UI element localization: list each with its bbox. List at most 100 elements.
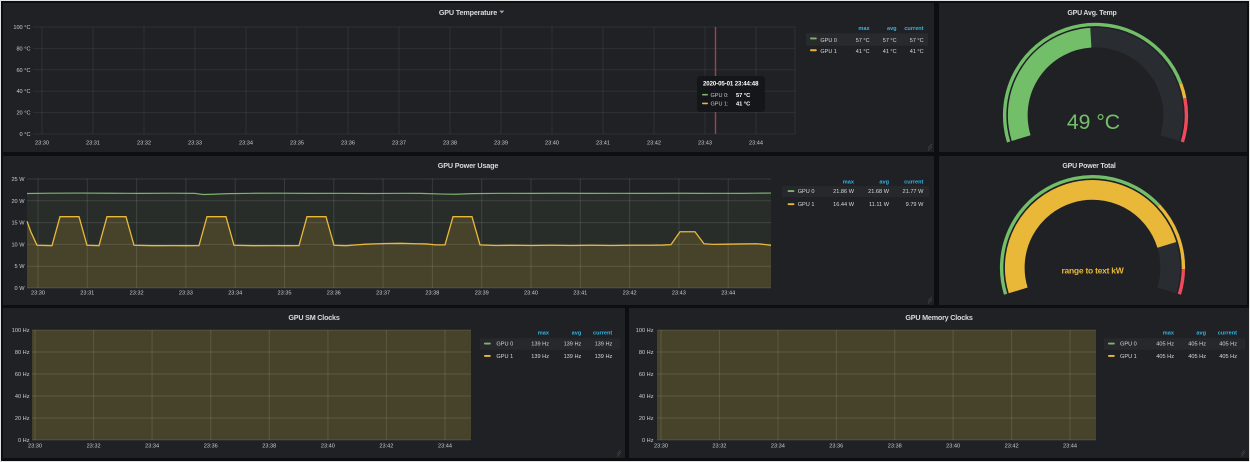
svg-text:23:36: 23:36	[341, 141, 355, 147]
svg-text:avg: avg	[1196, 331, 1206, 337]
svg-text:23:36: 23:36	[327, 291, 341, 297]
svg-text:20 °C: 20 °C	[16, 111, 30, 117]
svg-text:20 Hz: 20 Hz	[639, 416, 654, 422]
svg-text:current: current	[1218, 331, 1237, 337]
svg-text:23:31: 23:31	[86, 141, 100, 147]
svg-text:23:42: 23:42	[647, 141, 661, 147]
svg-text:GPU Temperature: GPU Temperature	[439, 8, 497, 17]
svg-text:23:32: 23:32	[130, 291, 144, 297]
svg-text:23:37: 23:37	[392, 141, 406, 147]
svg-text:GPU 0: GPU 0	[1120, 342, 1137, 348]
svg-text:23:34: 23:34	[145, 444, 159, 450]
svg-text:21.77 W: 21.77 W	[903, 189, 925, 195]
svg-text:23:33: 23:33	[179, 291, 193, 297]
svg-text:41 °C: 41 °C	[736, 102, 750, 108]
svg-text:139 Hz: 139 Hz	[564, 342, 582, 348]
svg-text:9.79 W: 9.79 W	[906, 202, 924, 208]
svg-text:23:34: 23:34	[239, 141, 253, 147]
svg-text:max: max	[858, 26, 870, 32]
svg-text:GPU 1:: GPU 1:	[711, 102, 730, 108]
svg-text:41 °C: 41 °C	[856, 49, 870, 55]
svg-text:23:34: 23:34	[228, 291, 242, 297]
svg-text:GPU 1: GPU 1	[798, 202, 815, 208]
svg-text:23:32: 23:32	[137, 141, 151, 147]
svg-text:40 °C: 40 °C	[16, 89, 30, 95]
svg-text:23:30: 23:30	[31, 291, 45, 297]
svg-text:10 W: 10 W	[11, 242, 25, 248]
svg-text:11.11 W: 11.11 W	[869, 202, 890, 208]
svg-text:23:38: 23:38	[443, 141, 457, 147]
svg-text:23:40: 23:40	[545, 141, 559, 147]
svg-text:23:35: 23:35	[278, 291, 292, 297]
svg-text:23:30: 23:30	[28, 444, 42, 450]
svg-text:80 Hz: 80 Hz	[15, 350, 30, 356]
svg-text:23:35: 23:35	[290, 141, 304, 147]
svg-text:57 °C: 57 °C	[883, 38, 897, 44]
svg-text:100 Hz: 100 Hz	[636, 328, 654, 334]
svg-text:139 Hz: 139 Hz	[595, 342, 613, 348]
svg-text:80 °C: 80 °C	[16, 46, 30, 52]
svg-text:23:44: 23:44	[749, 141, 763, 147]
svg-text:23:37: 23:37	[376, 291, 390, 297]
svg-text:5 W: 5 W	[15, 264, 26, 270]
svg-text:23:38: 23:38	[888, 444, 902, 450]
svg-text:23:44: 23:44	[438, 444, 452, 450]
svg-text:23:36: 23:36	[204, 444, 218, 450]
svg-text:25 W: 25 W	[11, 177, 25, 183]
svg-text:40 Hz: 40 Hz	[15, 394, 30, 400]
svg-text:40 Hz: 40 Hz	[639, 394, 654, 400]
svg-text:23:42: 23:42	[623, 291, 637, 297]
svg-text:405 Hz: 405 Hz	[1219, 342, 1237, 348]
svg-text:23:30: 23:30	[35, 141, 49, 147]
svg-text:23:40: 23:40	[321, 444, 335, 450]
svg-text:405 Hz: 405 Hz	[1188, 342, 1206, 348]
svg-text:GPU SM Clocks: GPU SM Clocks	[288, 313, 340, 322]
svg-text:GPU 1: GPU 1	[496, 354, 513, 360]
svg-text:0 Hz: 0 Hz	[642, 438, 654, 444]
svg-text:139 Hz: 139 Hz	[564, 354, 582, 360]
svg-text:100 °C: 100 °C	[13, 25, 30, 31]
svg-text:41 °C: 41 °C	[910, 49, 924, 55]
svg-text:57 °C: 57 °C	[736, 93, 750, 99]
svg-text:100 Hz: 100 Hz	[12, 328, 30, 334]
svg-text:139 Hz: 139 Hz	[531, 342, 549, 348]
svg-text:21.86 W: 21.86 W	[833, 189, 855, 195]
svg-text:max: max	[538, 331, 550, 337]
svg-text:60 °C: 60 °C	[16, 68, 30, 74]
svg-text:GPU Power Usage: GPU Power Usage	[438, 161, 499, 170]
svg-text:GPU 0: GPU 0	[496, 342, 513, 348]
svg-text:57 °C: 57 °C	[856, 38, 870, 44]
svg-text:max: max	[843, 180, 855, 186]
svg-text:405 Hz: 405 Hz	[1219, 354, 1237, 360]
svg-text:GPU 1: GPU 1	[1120, 354, 1137, 360]
svg-text:GPU 1: GPU 1	[820, 49, 837, 55]
svg-text:avg: avg	[887, 26, 897, 32]
svg-text:20 Hz: 20 Hz	[15, 416, 30, 422]
svg-text:GPU 0:: GPU 0:	[711, 93, 730, 99]
svg-text:21.68 W: 21.68 W	[868, 189, 890, 195]
svg-text:23:30: 23:30	[654, 444, 668, 450]
svg-text:GPU Memory Clocks: GPU Memory Clocks	[905, 313, 973, 322]
svg-text:GPU Avg. Temp: GPU Avg. Temp	[1067, 10, 1116, 17]
svg-text:max: max	[1163, 331, 1175, 337]
svg-text:57 °C: 57 °C	[910, 38, 924, 44]
svg-text:80 Hz: 80 Hz	[639, 350, 654, 356]
svg-text:23:41: 23:41	[596, 141, 610, 147]
svg-text:23:44: 23:44	[721, 291, 735, 297]
svg-text:23:32: 23:32	[87, 444, 101, 450]
svg-text:23:39: 23:39	[494, 141, 508, 147]
svg-text:405 Hz: 405 Hz	[1156, 354, 1174, 360]
svg-text:20 W: 20 W	[11, 199, 25, 205]
svg-text:23:32: 23:32	[712, 444, 726, 450]
svg-text:23:44: 23:44	[1063, 444, 1077, 450]
svg-text:23:42: 23:42	[379, 444, 393, 450]
svg-text:23:38: 23:38	[425, 291, 439, 297]
svg-text:23:43: 23:43	[698, 141, 712, 147]
svg-text:405 Hz: 405 Hz	[1188, 354, 1206, 360]
svg-text:GPU Power Total: GPU Power Total	[1062, 163, 1116, 170]
svg-text:current: current	[593, 331, 612, 337]
svg-text:23:40: 23:40	[946, 444, 960, 450]
svg-text:23:38: 23:38	[262, 444, 276, 450]
svg-text:139 Hz: 139 Hz	[531, 354, 549, 360]
svg-text:avg: avg	[572, 331, 582, 337]
